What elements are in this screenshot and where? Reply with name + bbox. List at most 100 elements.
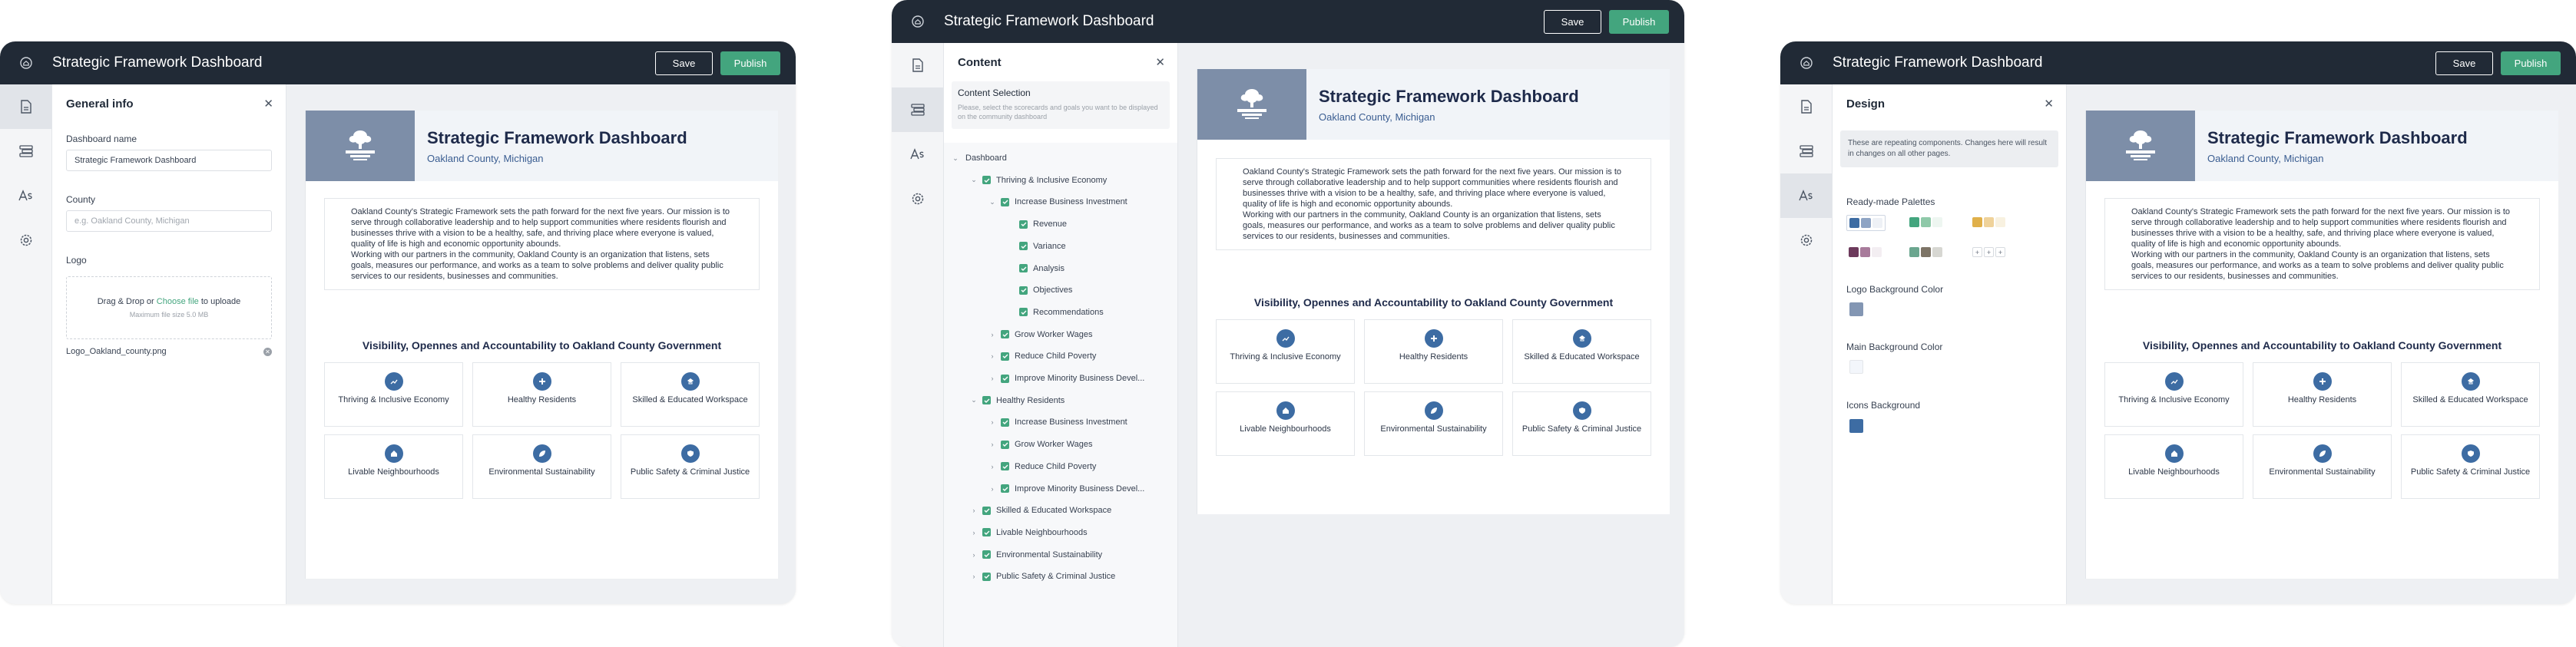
checkbox-checked[interactable] [1001, 440, 1009, 449]
palette-option[interactable] [1972, 217, 2005, 227]
rail-item-settings[interactable] [1780, 218, 1832, 262]
tree-item[interactable]: › Reduce Child Poverty [988, 350, 1097, 362]
publish-button[interactable]: Publish [720, 51, 780, 75]
main-bg-color-picker[interactable] [1849, 360, 1863, 374]
chevron-right-icon[interactable]: › [988, 485, 996, 493]
checkbox-checked[interactable] [1019, 264, 1028, 272]
checkbox-checked[interactable] [982, 528, 991, 537]
tree-item[interactable]: Analysis [1007, 262, 1065, 275]
goal-card[interactable]: Healthy Residents [1364, 319, 1503, 384]
checkbox-checked[interactable] [1001, 330, 1009, 339]
goal-card[interactable]: Skilled & Educated Workspace [1512, 319, 1651, 384]
logo-bg-color-picker[interactable] [1849, 302, 1863, 316]
goal-card[interactable]: Livable Neighbourhoods [1216, 391, 1355, 456]
save-button[interactable]: Save [1544, 10, 1601, 34]
checkbox-checked[interactable] [1001, 352, 1009, 361]
checkbox-checked[interactable] [1001, 462, 1009, 471]
checkbox-checked[interactable] [1001, 418, 1009, 427]
checkbox-checked[interactable] [982, 572, 991, 581]
rail-item-content[interactable] [1780, 129, 1832, 173]
goal-card[interactable]: Thriving & Inclusive Economy [1216, 319, 1355, 384]
palette-option[interactable] [1909, 247, 1942, 257]
tree-item[interactable]: ⌄ Increase Business Investment [988, 196, 1127, 208]
rail-item-general[interactable] [1780, 84, 1832, 129]
palette-option[interactable] [1909, 217, 1942, 227]
county-input[interactable]: e.g. Oakland County, Michigan [66, 210, 272, 232]
tree-item[interactable]: › Reduce Child Poverty [988, 460, 1097, 473]
goal-card[interactable]: Livable Neighbourhoods [2104, 434, 2243, 499]
home-button[interactable] [892, 0, 944, 43]
chevron-right-icon[interactable]: › [970, 551, 978, 559]
rail-item-general[interactable] [892, 43, 943, 87]
goal-card[interactable]: Environmental Sustainability [2253, 434, 2392, 499]
rail-item-content[interactable] [892, 87, 943, 132]
tree-item[interactable]: Objectives [1007, 284, 1072, 296]
tree-item[interactable]: › Livable Neighbourhoods [970, 527, 1088, 539]
checkbox-checked[interactable] [1001, 484, 1009, 493]
tree-item[interactable]: › Skilled & Educated Workspace [970, 504, 1112, 517]
chevron-down-icon[interactable]: ⌄ [970, 396, 978, 404]
publish-button[interactable]: Publish [2501, 51, 2561, 75]
rail-item-general[interactable] [0, 84, 51, 129]
home-button[interactable] [0, 41, 52, 84]
chevron-right-icon[interactable]: › [970, 529, 978, 536]
checkbox-checked[interactable] [982, 396, 991, 405]
save-button[interactable]: Save [2435, 51, 2493, 75]
chevron-right-icon[interactable]: › [988, 441, 996, 448]
choose-file-link[interactable]: Choose file [157, 297, 199, 306]
chevron-down-icon[interactable]: ⌄ [970, 176, 978, 184]
checkbox-checked[interactable] [982, 550, 991, 560]
close-icon[interactable]: ✕ [2044, 97, 2054, 111]
palette-option[interactable] [1846, 215, 1886, 231]
goal-card[interactable]: Skilled & Educated Workspace [2401, 362, 2540, 427]
custom-palette-option[interactable]: + + + [1972, 247, 2005, 257]
palette-option[interactable] [1849, 247, 1882, 257]
tree-item[interactable]: ⌄ Dashboard [952, 152, 1007, 164]
icons-bg-color-picker[interactable] [1849, 419, 1863, 433]
tree-item[interactable]: ⌄ Thriving & Inclusive Economy [970, 174, 1107, 187]
goal-card[interactable]: Environmental Sustainability [472, 434, 611, 499]
save-button[interactable]: Save [655, 51, 713, 75]
checkbox-checked[interactable] [982, 506, 991, 515]
logo-dropzone[interactable]: Drag & Drop or Choose file to uploade Ma… [66, 276, 272, 339]
chevron-right-icon[interactable]: › [988, 352, 996, 360]
publish-button[interactable]: Publish [1609, 10, 1669, 34]
tree-item[interactable]: Revenue [1007, 218, 1067, 230]
checkbox-checked[interactable] [1019, 220, 1028, 229]
tree-item[interactable]: › Environmental Sustainability [970, 549, 1103, 561]
checkbox-checked[interactable] [1001, 197, 1009, 206]
chevron-right-icon[interactable]: › [988, 418, 996, 426]
goal-card[interactable]: Healthy Residents [472, 362, 611, 427]
goal-card[interactable]: Environmental Sustainability [1364, 391, 1503, 456]
goal-card[interactable]: Public Safety & Criminal Justice [621, 434, 760, 499]
checkbox-checked[interactable] [1001, 374, 1009, 383]
rail-item-settings[interactable] [0, 218, 51, 262]
tree-item[interactable]: Recommendations [1007, 306, 1104, 319]
tree-item[interactable]: Variance [1007, 240, 1066, 253]
chevron-right-icon[interactable]: › [988, 331, 996, 338]
goal-card[interactable]: Public Safety & Criminal Justice [1512, 391, 1651, 456]
tree-item[interactable]: › Improve Minority Business Devel... [988, 483, 1145, 495]
tree-item[interactable]: › Increase Business Investment [988, 416, 1127, 428]
chevron-right-icon[interactable]: › [970, 507, 978, 514]
remove-file-icon[interactable]: ✕ [263, 347, 272, 356]
chevron-down-icon[interactable]: ⌄ [952, 154, 959, 163]
goal-card[interactable]: Thriving & Inclusive Economy [324, 362, 463, 427]
checkbox-checked[interactable] [982, 176, 991, 185]
goal-card[interactable]: Thriving & Inclusive Economy [2104, 362, 2243, 427]
dashboard-name-input[interactable]: Strategic Framework Dashboard [66, 150, 272, 171]
rail-item-design[interactable] [1780, 173, 1832, 218]
tree-item[interactable]: ⌄ Healthy Residents [970, 394, 1065, 407]
close-icon[interactable]: ✕ [1155, 55, 1165, 69]
chevron-right-icon[interactable]: › [988, 375, 996, 382]
chevron-down-icon[interactable]: ⌄ [988, 198, 996, 206]
home-button[interactable] [1780, 41, 1833, 84]
checkbox-checked[interactable] [1019, 242, 1028, 251]
chevron-right-icon[interactable]: › [988, 463, 996, 470]
rail-item-settings[interactable] [892, 177, 943, 221]
rail-item-content[interactable] [0, 129, 51, 173]
chevron-right-icon[interactable]: › [970, 573, 978, 580]
rail-item-design[interactable] [892, 132, 943, 177]
tree-item[interactable]: › Improve Minority Business Devel... [988, 372, 1145, 385]
rail-item-design[interactable] [0, 173, 51, 218]
